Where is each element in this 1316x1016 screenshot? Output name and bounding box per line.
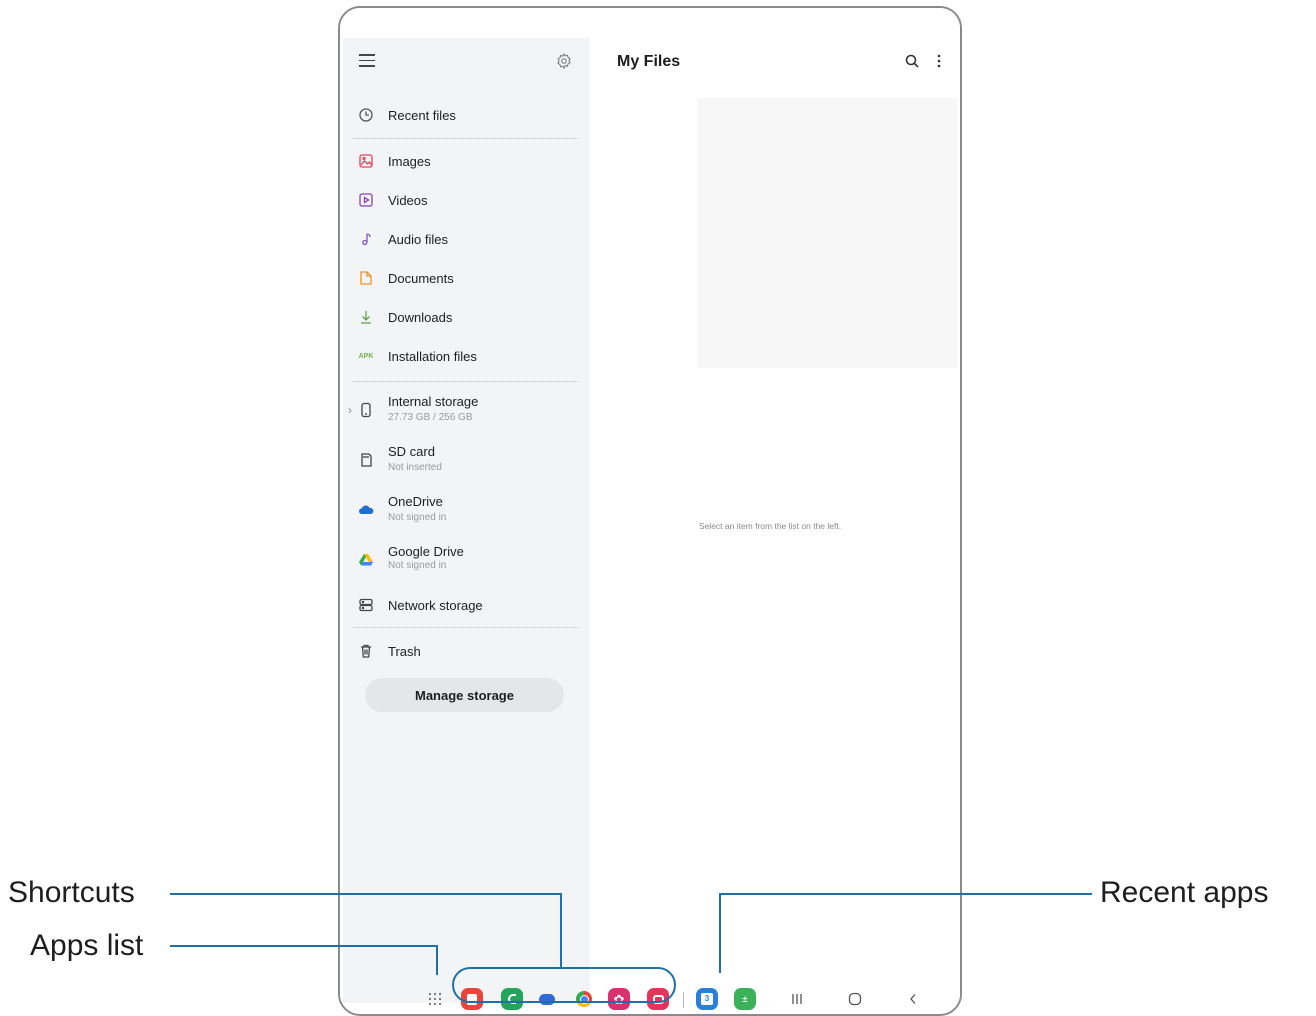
search-icon[interactable]	[904, 53, 920, 69]
sidebar-item-audio-files[interactable]: Audio files	[343, 222, 590, 256]
tablet-frame: Recent files Images Videos Audio files D…	[338, 6, 962, 1016]
music-note-icon	[362, 233, 371, 246]
sidebar-item-recent-files[interactable]: Recent files	[343, 98, 590, 132]
sidebar-item-label: Videos	[388, 192, 428, 208]
callout-line-recent-apps-drop	[719, 893, 721, 973]
onedrive-icon	[359, 505, 374, 514]
sidebar-item-videos[interactable]: Videos	[343, 183, 590, 217]
sidebar-item-label: Audio files	[388, 231, 448, 247]
home-nav-icon[interactable]	[845, 990, 865, 1008]
sidebar-item-label: OneDrive	[388, 494, 443, 509]
divider	[353, 381, 578, 382]
google-drive-icon	[359, 554, 373, 566]
sidebar-item-trash[interactable]: Trash	[343, 634, 590, 668]
callout-line-shortcuts-drop	[560, 893, 562, 968]
callout-apps-list: Apps list	[30, 929, 144, 962]
sidebar-header	[343, 38, 590, 88]
image-icon	[359, 154, 373, 168]
sd-card-status: Not inserted	[388, 462, 442, 473]
calculator-app-icon[interactable]: ±	[734, 988, 756, 1010]
sidebar-item-label: Trash	[388, 643, 421, 659]
divider	[353, 627, 578, 628]
menu-icon[interactable]	[359, 54, 375, 68]
shortcuts-highlight	[452, 967, 676, 1003]
download-icon	[361, 311, 371, 324]
callout-line-shortcuts	[170, 893, 562, 895]
onedrive-status: Not signed in	[388, 512, 447, 523]
phone-storage-icon	[361, 402, 371, 418]
sidebar-item-network-storage[interactable]: Network storage	[343, 588, 590, 622]
empty-state-message: Select an item from the list on the left…	[698, 521, 842, 531]
manage-storage-button[interactable]: Manage storage	[365, 678, 564, 712]
sidebar-item-installation-files[interactable]: APK Installation files	[343, 339, 590, 373]
page-title: My Files	[617, 53, 681, 70]
sidebar-item-documents[interactable]: Documents	[343, 261, 590, 295]
trash-icon	[361, 644, 371, 658]
sidebar-item-internal-storage[interactable]: › Internal storage 27.73 GB / 256 GB	[343, 390, 590, 430]
chevron-right-icon[interactable]: ›	[348, 403, 352, 417]
sidebar-item-label: SD card	[388, 444, 435, 459]
calendar-app-icon[interactable]: 3	[696, 988, 718, 1010]
apps-grid-icon[interactable]	[428, 992, 442, 1006]
tablet-screen: Recent files Images Videos Audio files D…	[340, 8, 960, 1014]
gear-icon[interactable]	[555, 52, 573, 70]
sidebar-item-downloads[interactable]: Downloads	[343, 300, 590, 334]
more-options-icon[interactable]	[936, 52, 942, 70]
sidebar-item-label: Downloads	[388, 309, 453, 325]
callout-line-recent-apps	[719, 893, 1092, 895]
callout-recent-apps: Recent apps	[1100, 876, 1269, 909]
preview-pane	[697, 98, 957, 368]
sidebar-item-sd-card[interactable]: SD card Not inserted	[343, 440, 590, 480]
callout-shortcuts: Shortcuts	[8, 876, 135, 909]
clock-icon	[359, 108, 373, 122]
sidebar-item-google-drive[interactable]: Google Drive Not signed in	[343, 540, 590, 580]
sidebar-item-label: Network storage	[388, 597, 483, 613]
callout-line-apps-list-drop	[436, 945, 438, 975]
sidebar: Recent files Images Videos Audio files D…	[343, 38, 590, 1003]
video-icon	[359, 193, 373, 207]
google-drive-status: Not signed in	[388, 560, 447, 571]
back-nav-icon[interactable]	[903, 990, 923, 1008]
sidebar-item-label: Recent files	[388, 107, 456, 123]
callout-line-apps-list	[170, 945, 438, 947]
recents-nav-icon[interactable]	[787, 990, 807, 1008]
sidebar-item-onedrive[interactable]: OneDrive Not signed in	[343, 490, 590, 530]
taskbar-divider	[683, 992, 684, 1008]
sidebar-item-images[interactable]: Images	[343, 144, 590, 178]
network-storage-icon	[359, 598, 373, 612]
calendar-day: 3	[701, 993, 713, 1005]
sidebar-item-label: Internal storage	[388, 394, 479, 409]
sidebar-item-label: Installation files	[388, 348, 477, 364]
document-icon	[360, 271, 372, 285]
apk-icon: APK	[358, 352, 374, 360]
storage-usage-text: 27.73 GB / 256 GB	[388, 412, 473, 423]
sidebar-item-label: Google Drive	[388, 544, 464, 559]
sidebar-item-label: Images	[388, 153, 431, 169]
divider	[353, 138, 578, 139]
sidebar-item-label: Documents	[388, 270, 454, 286]
sd-card-icon	[361, 453, 372, 467]
